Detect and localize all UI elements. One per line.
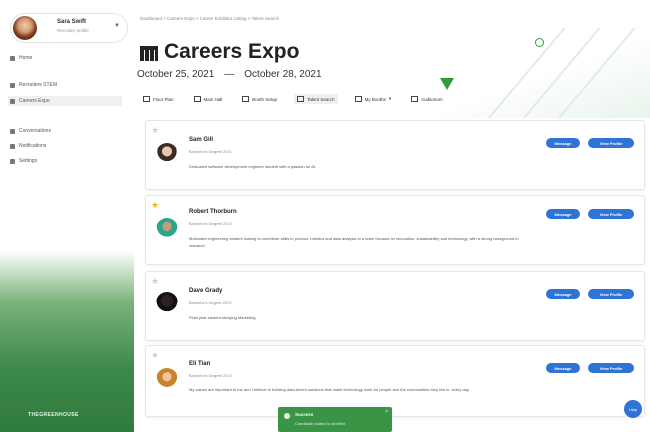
candidate-name[interactable]: Robert Thorburn	[189, 209, 237, 215]
candidate-degree: Bachelor's Degree 2021	[189, 149, 232, 154]
breadcrumb[interactable]: Dashboard > Careers Expo > Career Exhibi…	[140, 16, 279, 21]
search-icon	[297, 96, 305, 102]
hall-icon	[193, 96, 201, 102]
candidate-avatar	[156, 143, 178, 165]
message-button[interactable]: Message	[546, 138, 580, 148]
candidate-name[interactable]: Sam Gill	[189, 137, 213, 143]
gear-icon	[10, 158, 15, 164]
brand-logo: THEGREENHOUSE	[28, 412, 79, 418]
sidebar-item-label: Home	[19, 55, 33, 61]
help-button[interactable]: Help	[624, 400, 642, 418]
candidate-bio: Dedicated software development engineer …	[189, 164, 317, 169]
star-icon[interactable]: ★	[151, 351, 159, 360]
event-end-date: October 28, 2021	[244, 69, 322, 80]
toast-title: Success	[295, 412, 314, 417]
message-button[interactable]: Message	[546, 289, 580, 299]
sidebar-item-recruiters[interactable]: Recruiters STEM	[10, 82, 57, 88]
tab-floor-plan[interactable]: Floor Plan	[140, 94, 177, 104]
sidebar-item-label: Conversations	[19, 128, 51, 134]
success-toast: Success Candidate added to shortlist ×	[278, 407, 392, 432]
toast-message: Candidate added to shortlist	[295, 421, 345, 426]
sidebar-item-careers-expo[interactable]: Careers Expo	[8, 96, 122, 106]
sidebar-item-label: Notifications	[19, 143, 47, 149]
candidate-name[interactable]: Dave Grady	[189, 288, 222, 294]
event-start-date: October 25, 2021	[137, 69, 215, 80]
sidebar-item-label: Settings	[19, 158, 38, 164]
event-dates: October 25, 2021— October 28, 2021	[137, 69, 322, 80]
auditorium-icon	[411, 96, 419, 102]
candidate-avatar	[156, 218, 178, 240]
tab-auditorium[interactable]: Auditorium	[408, 94, 446, 104]
event-toolbar: Floor Plan Main Hall Booth Setup Talent …	[140, 94, 446, 104]
chat-icon	[10, 128, 15, 134]
decorative-triangle	[440, 78, 454, 90]
candidate-bio: Final year student studying Marketing.	[189, 315, 257, 320]
user-name: Sara Swift	[57, 19, 87, 25]
event-title: Careers Expo	[164, 40, 300, 63]
view-profile-button[interactable]: View Profile	[588, 209, 634, 219]
candidate-card: ★ Sam Gill Bachelor's Degree 2021 Dedica…	[145, 120, 645, 190]
sidebar-item-label: Recruiters STEM	[19, 82, 58, 88]
chevron-down-icon: ▾	[388, 96, 392, 101]
briefcase-icon	[10, 82, 15, 88]
message-button[interactable]: Message	[546, 363, 580, 373]
candidate-degree: Bachelor's Degree 2021	[189, 300, 232, 305]
candidate-degree: Bachelor's Degree 2022	[189, 221, 232, 226]
page-title: Careers Expo	[140, 40, 299, 64]
star-icon[interactable]: ★	[151, 277, 159, 286]
user-avatar	[13, 16, 37, 40]
candidate-bio: My values are important to me and I beli…	[189, 387, 470, 392]
booth-list-icon	[354, 96, 362, 102]
sidebar-item-home[interactable]: Home	[10, 55, 32, 61]
sidebar-item-settings[interactable]: Settings	[10, 158, 37, 164]
map-icon	[143, 96, 150, 102]
star-icon[interactable]: ★	[151, 126, 159, 135]
candidate-bio: Motivated engineering student looking to…	[189, 236, 519, 248]
chevron-down-icon[interactable]: ▼	[114, 23, 120, 29]
bell-icon	[10, 143, 15, 149]
booth-icon	[242, 96, 250, 102]
tab-my-booths[interactable]: My Booths ▾	[352, 94, 395, 104]
tab-talent-search[interactable]: Talent Search	[294, 94, 338, 104]
message-button[interactable]: Message	[546, 209, 580, 219]
user-profile-menu[interactable]: Sara Swift Recruiter profile ▼	[10, 13, 128, 43]
candidate-card: ★ Robert Thorburn Bachelor's Degree 2022…	[145, 195, 645, 265]
view-profile-button[interactable]: View Profile	[588, 289, 634, 299]
star-icon[interactable]: ★	[151, 201, 159, 210]
close-icon[interactable]: ×	[385, 409, 388, 415]
calendar-icon	[10, 98, 15, 104]
home-icon	[10, 55, 15, 61]
calendar-icon	[140, 44, 158, 61]
candidate-degree: Bachelor's Degree 2022	[189, 373, 232, 378]
sidebar-item-conversations[interactable]: Conversations	[10, 128, 51, 134]
sidebar-item-notifications[interactable]: Notifications	[10, 143, 46, 149]
user-role: Recruiter profile	[57, 28, 89, 33]
tab-main-hall[interactable]: Main Hall	[191, 94, 226, 104]
candidate-card: ★ Eli Tian Bachelor's Degree 2022 My val…	[145, 345, 645, 417]
decorative-circle	[535, 38, 544, 47]
candidate-avatar	[156, 368, 178, 390]
candidate-card: ★ Dave Grady Bachelor's Degree 2021 Fina…	[145, 271, 645, 341]
candidate-name[interactable]: Eli Tian	[189, 361, 210, 367]
sidebar-item-label: Careers Expo	[19, 98, 50, 104]
tab-booth-setup[interactable]: Booth Setup	[239, 94, 280, 104]
view-profile-button[interactable]: View Profile	[588, 363, 634, 373]
view-profile-button[interactable]: View Profile	[588, 138, 634, 148]
candidate-avatar	[156, 292, 178, 314]
sidebar: Sara Swift Recruiter profile ▼ Home Recr…	[0, 0, 134, 432]
check-icon	[284, 413, 290, 419]
